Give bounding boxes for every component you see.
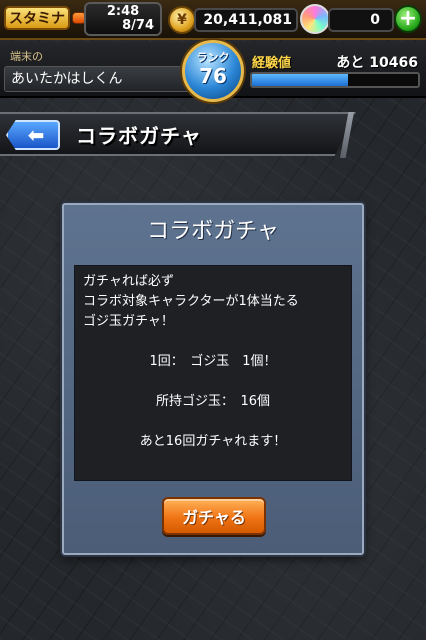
cost-line: 1回： ゴジ玉 1個！ — [149, 354, 277, 369]
gacha-button[interactable]: ガチャる — [162, 497, 266, 535]
stamina-counter: 2:48 8/74 — [84, 2, 162, 36]
stamina-timer: 2:48 — [106, 4, 140, 19]
exp-bar-fill — [252, 74, 349, 86]
rank-label: ランク — [196, 51, 230, 64]
dialog-message: ガチャれば必ず コラボ対象キャラクターが1体当たる ゴジ玉ガチャ！ 1回： ゴジ… — [74, 265, 352, 481]
gold-coin-icon: ¥ — [168, 6, 196, 34]
rank-value: 76 — [199, 64, 227, 88]
page-title: コラボガチャ — [76, 124, 202, 148]
back-button[interactable]: ⬅ — [6, 120, 60, 150]
intro-line: コラボ対象キャラクターが1体当たる — [83, 294, 299, 309]
rainbow-orb-icon — [300, 4, 330, 34]
dialog-title: コラボガチャ — [147, 219, 279, 244]
add-orb-button[interactable]: + — [394, 5, 422, 33]
rank-badge[interactable]: ランク 76 — [182, 40, 244, 102]
gold-amount: 20,411,081 — [194, 8, 298, 32]
exp-bar — [250, 72, 420, 88]
intro-line: ゴジ玉ガチャ！ — [83, 314, 174, 329]
status-bar: スタミナ 2:48 8/74 ¥ 20,411,081 0 + — [0, 0, 426, 40]
collab-gacha-dialog: コラボガチャ ガチャれば必ず コラボ対象キャラクターが1体当たる ゴジ玉ガチャ！… — [62, 203, 364, 555]
stamina-count: 8/74 — [122, 18, 154, 33]
remaining-line: あと16回ガチャれます！ — [139, 434, 287, 449]
back-arrow-icon: ⬅ — [27, 123, 45, 147]
exp-remaining: あと 10466 — [336, 55, 418, 71]
intro-line: ガチャれば必ず — [83, 274, 174, 289]
device-label: 端末の — [10, 50, 43, 63]
stamina-label: スタミナ — [4, 6, 70, 30]
exp-label: 経験値 — [252, 56, 292, 71]
owned-line: 所持ゴジ玉： 16個 — [155, 394, 271, 409]
player-name: あいたかはしくん — [4, 66, 190, 92]
orb-count: 0 — [328, 8, 394, 32]
